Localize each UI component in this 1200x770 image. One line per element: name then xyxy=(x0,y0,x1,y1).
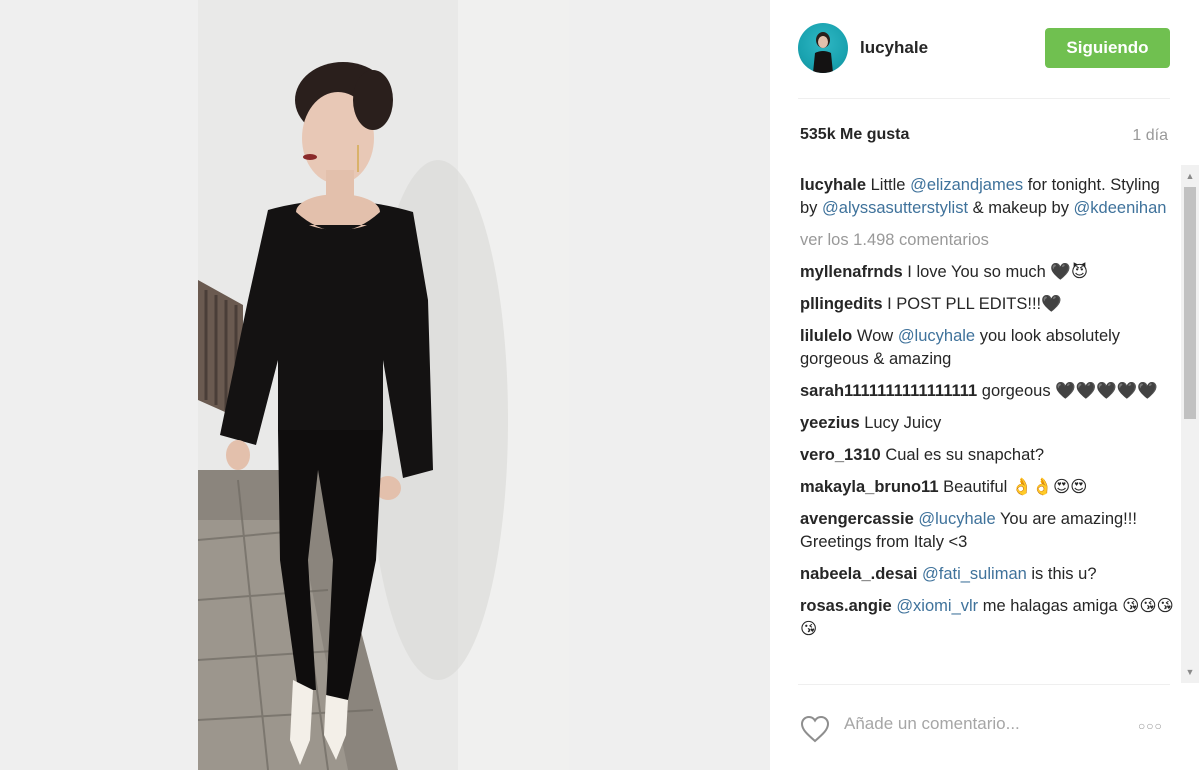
comment-text: I POST PLL EDITS!!!🖤 xyxy=(882,295,1062,313)
comment-username[interactable]: sarah1111111111111111 xyxy=(800,382,977,400)
post-author-username[interactable]: lucyhale xyxy=(860,38,928,58)
scrollbar-thumb[interactable] xyxy=(1184,187,1196,419)
post-header: lucyhale Siguiendo xyxy=(798,23,1170,75)
avatar[interactable] xyxy=(798,23,848,73)
add-comment-input[interactable]: Añade un comentario... xyxy=(844,714,1020,734)
comment-item: rosas.angie @xiomi_vlr me halagas amiga … xyxy=(800,595,1178,641)
comment-text: Cual es su snapchat? xyxy=(880,446,1045,464)
comment-item: lilulelo Wow @lucyhale you look absolute… xyxy=(800,325,1178,371)
photo-illustration xyxy=(198,0,569,770)
comment-item: pllingedits I POST PLL EDITS!!!🖤 xyxy=(800,293,1178,316)
mention-link[interactable]: @kdeenihan xyxy=(1074,199,1167,217)
more-options-icon[interactable]: ○○○ xyxy=(1138,719,1163,733)
comment-text: I love You so much 🖤😈 xyxy=(902,263,1089,281)
comment-item: sarah1111111111111111 gorgeous 🖤🖤🖤🖤🖤 xyxy=(800,380,1178,403)
comment-username[interactable]: rosas.angie xyxy=(800,597,892,615)
comment-username[interactable]: nabeela_.desai xyxy=(800,565,917,583)
caption-text: & makeup by xyxy=(968,199,1074,217)
scroll-down-arrow-icon[interactable]: ▼ xyxy=(1181,663,1199,681)
comment-username[interactable]: yeezius xyxy=(800,414,860,432)
view-all-comments-link[interactable]: ver los 1.498 comentarios xyxy=(800,229,1178,252)
post-photo[interactable] xyxy=(198,0,569,770)
comment-item: myllenafrnds I love You so much 🖤😈 xyxy=(800,261,1178,284)
caption-username[interactable]: lucyhale xyxy=(800,176,866,194)
comment-text: Wow xyxy=(852,327,898,345)
post-caption: lucyhale Little @elizandjames for tonigh… xyxy=(800,174,1178,220)
footer-divider xyxy=(798,684,1170,685)
header-divider xyxy=(798,98,1170,99)
comment-text: Beautiful 👌👌😍😍 xyxy=(938,478,1088,496)
comment-item: nabeela_.desai @fati_suliman is this u? xyxy=(800,563,1178,586)
avatar-image xyxy=(813,32,833,73)
comment-text: Lucy Juicy xyxy=(859,414,942,432)
comment-username[interactable]: avengercassie xyxy=(800,510,914,528)
comment-username[interactable]: vero_1310 xyxy=(800,446,881,464)
heart-icon[interactable] xyxy=(800,715,830,743)
comment-item: yeezius Lucy Juicy xyxy=(800,412,1178,435)
comment-username[interactable]: pllingedits xyxy=(800,295,883,313)
likes-count[interactable]: 535k Me gusta xyxy=(800,126,909,144)
comment-item: avengercassie @lucyhale You are amazing!… xyxy=(800,508,1178,554)
following-button[interactable]: Siguiendo xyxy=(1045,28,1170,68)
comment-item: makayla_bruno11 Beautiful 👌👌😍😍 xyxy=(800,476,1178,499)
comment-username[interactable]: myllenafrnds xyxy=(800,263,903,281)
scroll-up-arrow-icon[interactable]: ▲ xyxy=(1181,167,1199,185)
comment-username[interactable]: makayla_bruno11 xyxy=(800,478,939,496)
mention-link[interactable]: @alyssasutterstylist xyxy=(822,199,968,217)
comments-list[interactable]: lucyhale Little @elizandjames for tonigh… xyxy=(800,174,1178,684)
comments-scrollbar[interactable]: ▲ ▼ xyxy=(1181,165,1199,683)
mention-link[interactable]: @lucyhale xyxy=(898,327,975,345)
post-details-panel: lucyhale Siguiendo 535k Me gusta 1 día l… xyxy=(770,0,1200,770)
comment-text: gorgeous 🖤🖤🖤🖤🖤 xyxy=(977,382,1158,400)
mention-link[interactable]: @lucyhale xyxy=(918,510,995,528)
caption-text: Little xyxy=(866,176,911,194)
mention-link[interactable]: @elizandjames xyxy=(910,176,1023,194)
mention-link[interactable]: @xiomi_vlr xyxy=(896,597,978,615)
mention-link[interactable]: @fati_suliman xyxy=(922,565,1027,583)
comment-item: vero_1310 Cual es su snapchat? xyxy=(800,444,1178,467)
post-timestamp[interactable]: 1 día xyxy=(1132,127,1168,145)
comment-username[interactable]: lilulelo xyxy=(800,327,852,345)
comment-text: is this u? xyxy=(1026,565,1097,583)
